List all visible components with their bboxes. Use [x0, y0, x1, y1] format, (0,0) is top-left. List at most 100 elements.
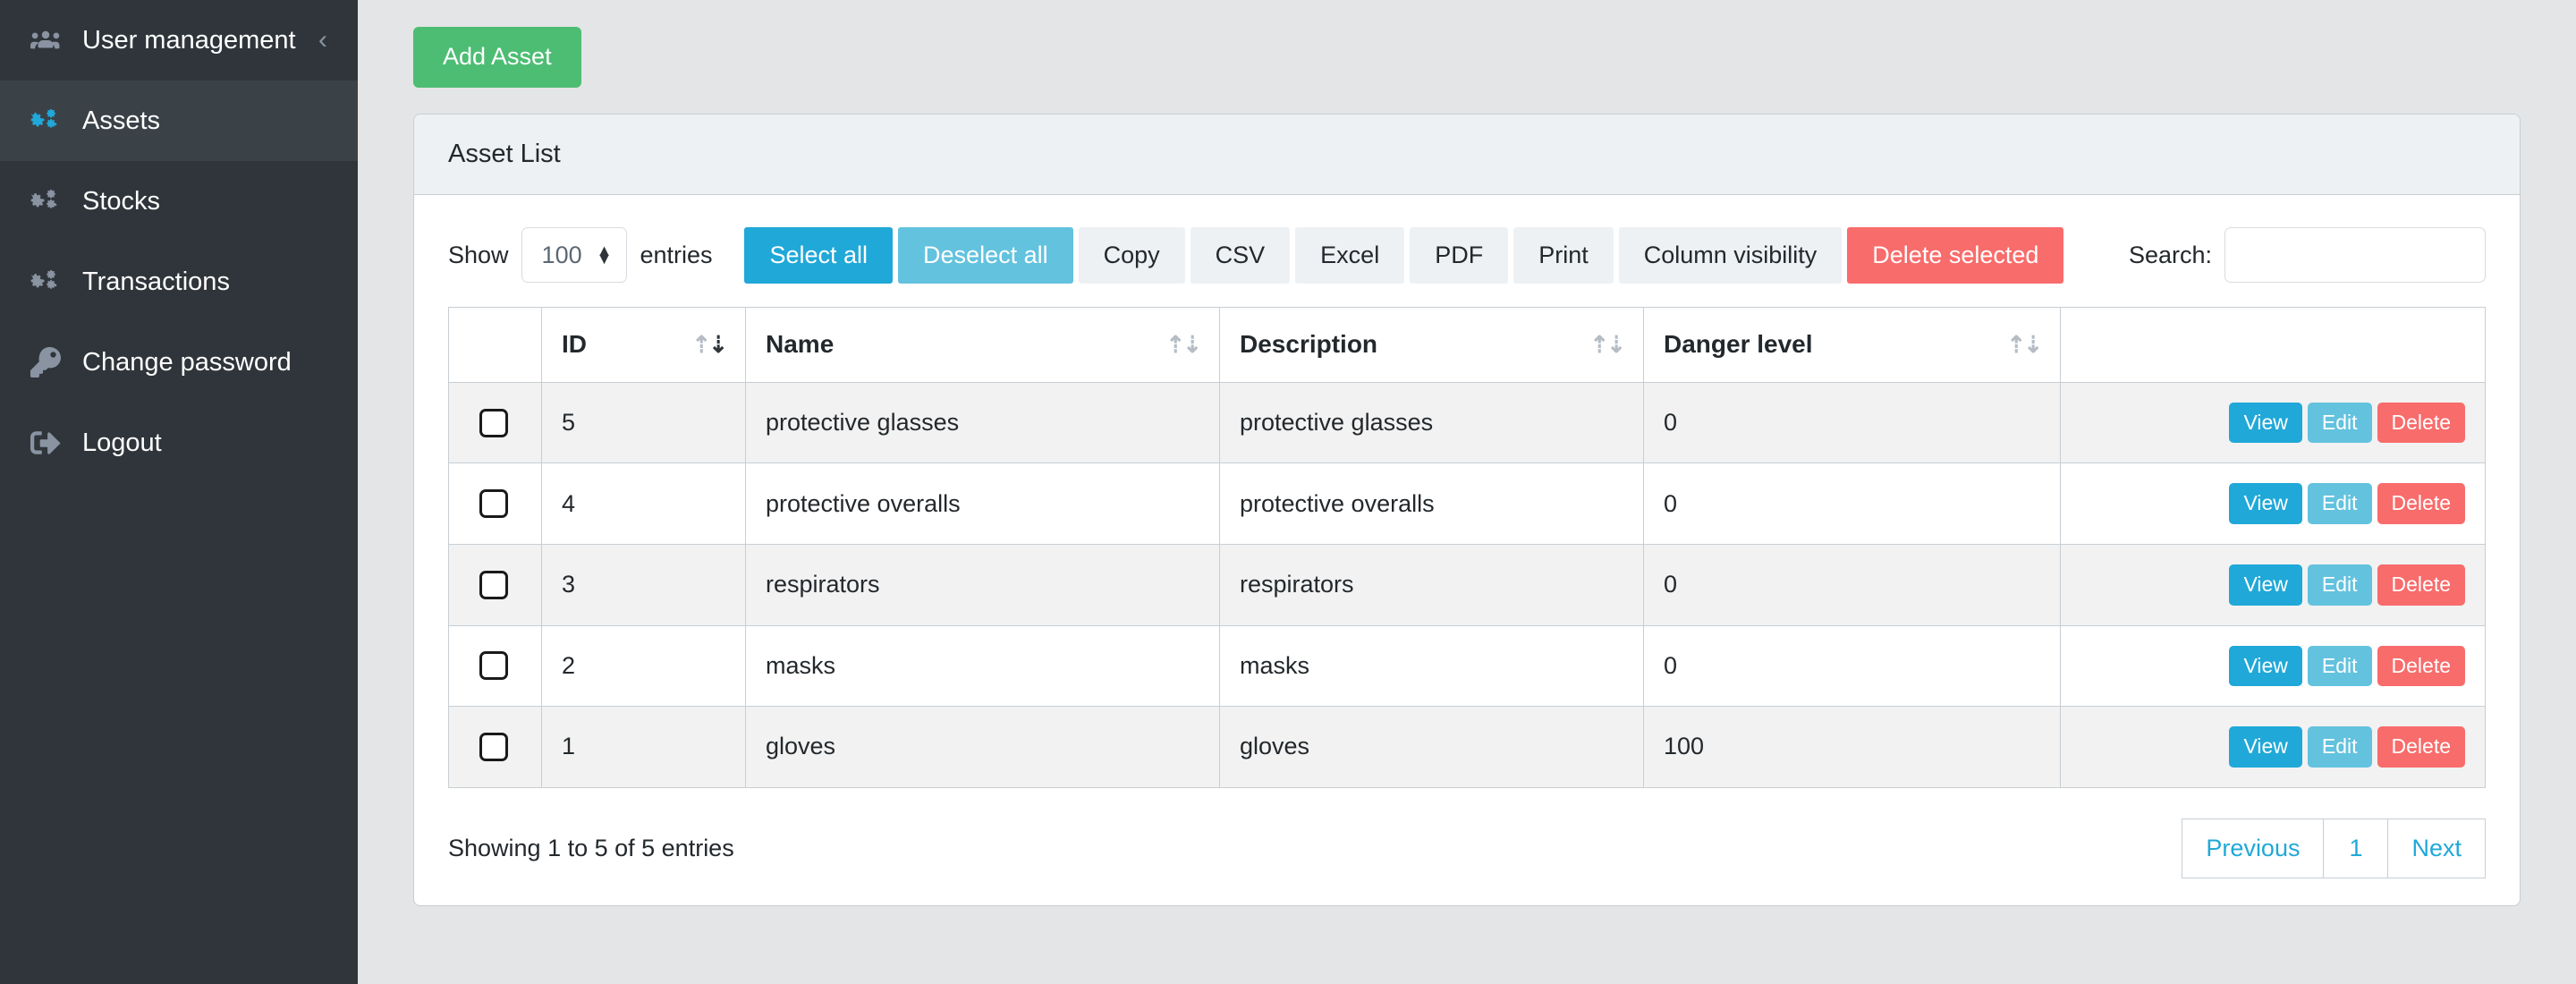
column-header-label: Danger level — [1664, 330, 1813, 359]
row-view-button[interactable]: View — [2229, 402, 2302, 444]
sidebar-item-logout[interactable]: Logout — [0, 403, 358, 483]
cell-actions: View Edit Delete — [2060, 543, 2486, 626]
row-edit-button[interactable]: Edit — [2307, 402, 2372, 444]
datatable-footer: Showing 1 to 5 of 5 entries Previous 1 Nex… — [448, 818, 2486, 878]
row-checkbox[interactable] — [479, 408, 508, 437]
cell-name: masks — [745, 624, 1220, 708]
datatable-toolbar: Show 100 ▲ ▼ entries Select all Deselect a… — [448, 226, 2486, 284]
column-header-label: ID — [562, 330, 587, 359]
row-view-button[interactable]: View — [2229, 726, 2302, 768]
table-row: 2 masks masks 0 View Edit Delete — [448, 624, 2486, 708]
row-delete-button[interactable]: Delete — [2377, 645, 2465, 687]
row-view-button[interactable]: View — [2229, 564, 2302, 606]
cogs-icon — [30, 267, 82, 297]
sidebar-item-stocks[interactable]: Stocks — [0, 161, 358, 242]
table-header-row: ID ⇡⇣ Name ⇡⇣ Description ⇡⇣ Danger level ⇡⇣ — [448, 306, 2486, 383]
table-row: 1 gloves gloves 100 View Edit Delete — [448, 706, 2486, 788]
show-label: Show — [448, 241, 509, 268]
column-header-label: Name — [766, 330, 835, 359]
cell-description: protective glasses — [1219, 381, 1644, 464]
sidebar-item-label: Stocks — [82, 186, 161, 216]
cell-danger-level: 0 — [1643, 462, 2061, 545]
card-title: Asset List — [414, 114, 2520, 195]
row-delete-button[interactable]: Delete — [2377, 726, 2465, 768]
row-view-button[interactable]: View — [2229, 483, 2302, 524]
cell-actions: View Edit Delete — [2060, 706, 2486, 788]
row-edit-button[interactable]: Edit — [2307, 483, 2372, 524]
table-row: 4 protective overalls protective overalls 0… — [448, 462, 2486, 545]
row-select-cell — [448, 706, 542, 788]
pagination-next[interactable]: Next — [2387, 818, 2486, 878]
row-checkbox[interactable] — [479, 570, 508, 599]
table-row: 5 protective glasses protective glasses 0 Vi… — [448, 381, 2486, 464]
row-view-button[interactable]: View — [2229, 645, 2302, 687]
asset-list-card: Asset List Show 100 ▲ ▼ entries Select a… — [413, 113, 2521, 906]
row-checkbox[interactable] — [479, 732, 508, 761]
column-header-danger-level[interactable]: Danger level ⇡⇣ — [1643, 306, 2061, 383]
pagination-num[interactable]: 1 — [2323, 818, 2388, 878]
entries-label: entries — [640, 241, 713, 268]
row-checkbox[interactable] — [479, 651, 508, 681]
sort-indicator-icon: ⇡⇣ — [1589, 331, 1626, 359]
cell-description: respirators — [1219, 543, 1644, 626]
cell-danger-level: 0 — [1643, 381, 2061, 464]
column-header-blank — [448, 306, 542, 383]
column-header-name[interactable]: Name ⇡⇣ — [745, 306, 1220, 383]
pagination: Previous 1 Next — [2182, 818, 2486, 878]
sidebar-item-label: Transactions — [82, 267, 230, 296]
users-icon — [30, 25, 82, 55]
sidebar-item-transactions[interactable]: Transactions — [0, 242, 358, 322]
search-input[interactable] — [2224, 227, 2486, 284]
sort-indicator-desc-icon: ⇡⇣ — [691, 331, 728, 359]
row-delete-button[interactable]: Delete — [2377, 483, 2465, 524]
row-delete-button[interactable]: Delete — [2377, 564, 2465, 606]
cell-danger-level: 0 — [1643, 624, 2061, 708]
app-root: User management ‹ Assets Stocks Transactions… — [0, 0, 2576, 984]
cell-id: 2 — [541, 624, 746, 708]
cell-name: gloves — [745, 706, 1220, 788]
page-length-select[interactable]: 100 ▲ ▼ — [521, 227, 628, 284]
cell-id: 5 — [541, 381, 746, 464]
sidebar-item-user-management[interactable]: User management ‹ — [0, 0, 358, 81]
sidebar-item-assets[interactable]: Assets — [0, 81, 358, 161]
dt-button-copy[interactable]: Copy — [1078, 226, 1185, 284]
page-length-control: Show 100 ▲ ▼ entries — [448, 227, 724, 284]
row-select-cell — [448, 381, 542, 464]
dt-button-delete-selected[interactable]: Delete selected — [1847, 226, 2064, 284]
cogs-icon — [30, 186, 82, 216]
dt-button-column-visibility[interactable]: Column visibility — [1618, 226, 1843, 284]
dt-button-print[interactable]: Print — [1513, 226, 1614, 284]
row-edit-button[interactable]: Edit — [2307, 645, 2372, 687]
row-delete-button[interactable]: Delete — [2377, 402, 2465, 444]
table-body: 5 protective glasses protective glasses 0 Vi… — [448, 381, 2486, 788]
cell-description: protective overalls — [1219, 462, 1644, 545]
add-asset-button[interactable]: Add Asset — [413, 27, 581, 88]
cell-name: protective glasses — [745, 381, 1220, 464]
row-edit-button[interactable]: Edit — [2307, 564, 2372, 606]
search-label: Search: — [2128, 241, 2212, 268]
page-length-value: 100 — [541, 241, 582, 268]
row-select-cell — [448, 624, 542, 708]
cell-name: protective overalls — [745, 462, 1220, 545]
dt-button-excel[interactable]: Excel — [1295, 226, 1405, 284]
cell-danger-level: 0 — [1643, 543, 2061, 626]
pagination-prev[interactable]: Previous — [2182, 818, 2324, 878]
column-header-id[interactable]: ID ⇡⇣ — [541, 306, 746, 383]
column-header-blank — [2060, 306, 2486, 383]
sidebar-collapse-icon[interactable]: ‹ — [318, 27, 327, 54]
sidebar-item-label: Assets — [82, 106, 161, 135]
stepper-arrows-icon: ▲ ▼ — [596, 242, 613, 268]
dt-button-select-all[interactable]: Select all — [744, 226, 894, 284]
column-header-label: Description — [1240, 330, 1378, 359]
sort-indicator-icon: ⇡⇣ — [1165, 331, 1202, 359]
dt-button-pdf[interactable]: PDF — [1410, 226, 1509, 284]
row-checkbox[interactable] — [479, 489, 508, 519]
row-edit-button[interactable]: Edit — [2307, 726, 2372, 768]
cogs-icon — [30, 106, 82, 136]
search-control: Search: — [2128, 227, 2486, 284]
column-header-description[interactable]: Description ⇡⇣ — [1219, 306, 1644, 383]
sidebar-item-change-password[interactable]: Change password — [0, 322, 358, 403]
dt-button-csv[interactable]: CSV — [1190, 226, 1291, 284]
dt-button-deselect-all[interactable]: Deselect all — [898, 226, 1073, 284]
cell-actions: View Edit Delete — [2060, 381, 2486, 464]
